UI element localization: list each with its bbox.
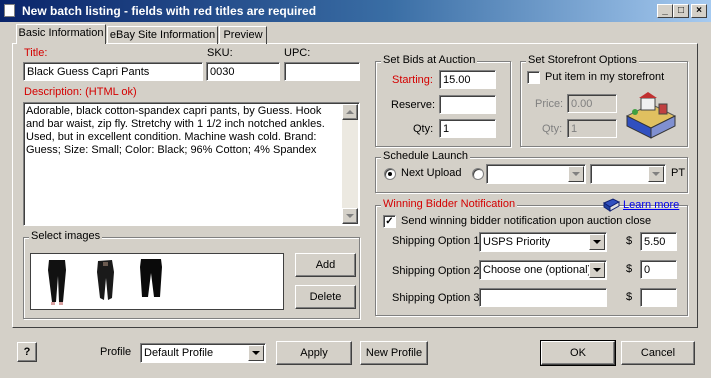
title-input[interactable]: Black Guess Capri Pants: [23, 62, 203, 81]
set-bids-label: Set Bids at Auction: [381, 54, 478, 66]
title-label: Title:: [24, 47, 48, 59]
help-icon[interactable]: ?: [17, 342, 37, 362]
sku-input[interactable]: 0030: [206, 62, 280, 81]
launch-date-dropdown[interactable]: [486, 164, 586, 184]
minimize-button[interactable]: _: [657, 4, 673, 18]
delete-image-button[interactable]: Delete: [295, 285, 356, 309]
sku-label: SKU:: [207, 47, 233, 59]
thumbnail-3: [140, 259, 162, 297]
timezone-label: PT: [671, 167, 686, 179]
launch-time-dropdown[interactable]: [590, 164, 666, 184]
shipping-option-2-dropdown[interactable]: Choose one (optional): [479, 260, 607, 280]
winning-bidder-label: Winning Bidder Notification: [381, 198, 518, 210]
reserve-input[interactable]: [439, 95, 496, 114]
close-button[interactable]: ×: [691, 4, 707, 18]
shipping-cost-3-input[interactable]: [640, 288, 677, 307]
tab-ebay-site-information[interactable]: eBay Site Information: [107, 26, 218, 44]
storefront-qty-label: Qty:: [542, 123, 563, 135]
qty-label: Qty:: [413, 123, 434, 135]
shipping-option-2-label: Shipping Option 2:: [392, 265, 483, 277]
description-scrollbar[interactable]: [342, 104, 358, 224]
send-notification-label: Send winning bidder notification upon au…: [401, 215, 652, 227]
scroll-up-button[interactable]: [342, 104, 358, 120]
shipping-cost-1-input[interactable]: 5.50: [640, 232, 677, 251]
shipping-option-1-value: USPS Priority: [483, 236, 551, 248]
description-text: Adorable, black cotton-spandex capri pan…: [26, 105, 325, 156]
qty-input[interactable]: 1: [439, 119, 496, 138]
shipping-option-3-label: Shipping Option 3:: [392, 292, 483, 304]
send-notification-checkbox[interactable]: ✓: [383, 215, 396, 228]
storefront-label: Set Storefront Options: [526, 54, 639, 66]
upc-input[interactable]: [284, 62, 360, 81]
shipping-option-3-input[interactable]: [479, 288, 607, 307]
select-images-label: Select images: [29, 230, 103, 242]
shipping-option-1-label: Shipping Option 1:: [392, 235, 483, 247]
add-image-button[interactable]: Add: [295, 253, 356, 277]
schedule-launch-label: Schedule Launch: [381, 150, 471, 162]
image-thumbnail-strip[interactable]: [30, 253, 284, 310]
reserve-label: Reserve:: [391, 99, 436, 111]
shipping-cost-2-input[interactable]: 0: [640, 260, 677, 279]
next-upload-radio[interactable]: [384, 168, 396, 180]
starting-label: Starting:: [392, 74, 433, 86]
starting-input[interactable]: 15.00: [439, 70, 496, 89]
window-title: New batch listing - fields with red titl…: [22, 4, 317, 18]
thumbnail-2: [97, 260, 114, 300]
storefront-icon: [625, 92, 677, 139]
description-textarea[interactable]: Adorable, black cotton-spandex capri pan…: [23, 102, 360, 226]
ok-button[interactable]: OK: [541, 341, 615, 365]
image-thumbnails: [48, 259, 162, 305]
chevron-down-icon[interactable]: [248, 345, 264, 361]
profile-label: Profile: [100, 346, 132, 358]
book-icon[interactable]: [603, 198, 620, 212]
profile-value: Default Profile: [144, 347, 214, 359]
scroll-down-button[interactable]: [342, 208, 358, 224]
tab-basic-information[interactable]: Basic Information: [16, 24, 106, 44]
chevron-down-icon[interactable]: [589, 234, 605, 250]
profile-dropdown[interactable]: Default Profile: [140, 343, 266, 363]
learn-more-link[interactable]: Learn more: [623, 199, 679, 211]
price-label: Price:: [535, 98, 564, 110]
currency-symbol: $: [626, 235, 633, 247]
shipping-option-2-value: Choose one (optional): [483, 264, 592, 276]
upc-label: UPC:: [284, 47, 311, 59]
storefront-checkbox[interactable]: [527, 71, 540, 84]
tab-preview[interactable]: Preview: [219, 26, 267, 44]
next-upload-label: Next Upload: [401, 167, 462, 179]
chevron-down-icon[interactable]: [648, 166, 664, 182]
scheduled-time-radio[interactable]: [472, 168, 484, 180]
chevron-down-icon[interactable]: [589, 262, 605, 278]
apply-button[interactable]: Apply: [276, 341, 352, 365]
currency-symbol: $: [626, 291, 633, 303]
cancel-button[interactable]: Cancel: [621, 341, 695, 365]
maximize-button[interactable]: □: [673, 4, 689, 18]
storefront-qty-input[interactable]: 1: [567, 119, 617, 138]
new-profile-button[interactable]: New Profile: [360, 341, 428, 365]
shipping-option-1-dropdown[interactable]: USPS Priority: [479, 232, 607, 252]
thumbnail-1: [48, 260, 66, 305]
price-input[interactable]: 0.00: [567, 94, 617, 113]
chevron-down-icon[interactable]: [568, 166, 584, 182]
currency-symbol: $: [626, 263, 633, 275]
storefront-checkbox-label: Put item in my storefront: [545, 71, 665, 83]
document-icon: [4, 4, 15, 17]
description-label: Description: (HTML ok): [24, 86, 137, 98]
